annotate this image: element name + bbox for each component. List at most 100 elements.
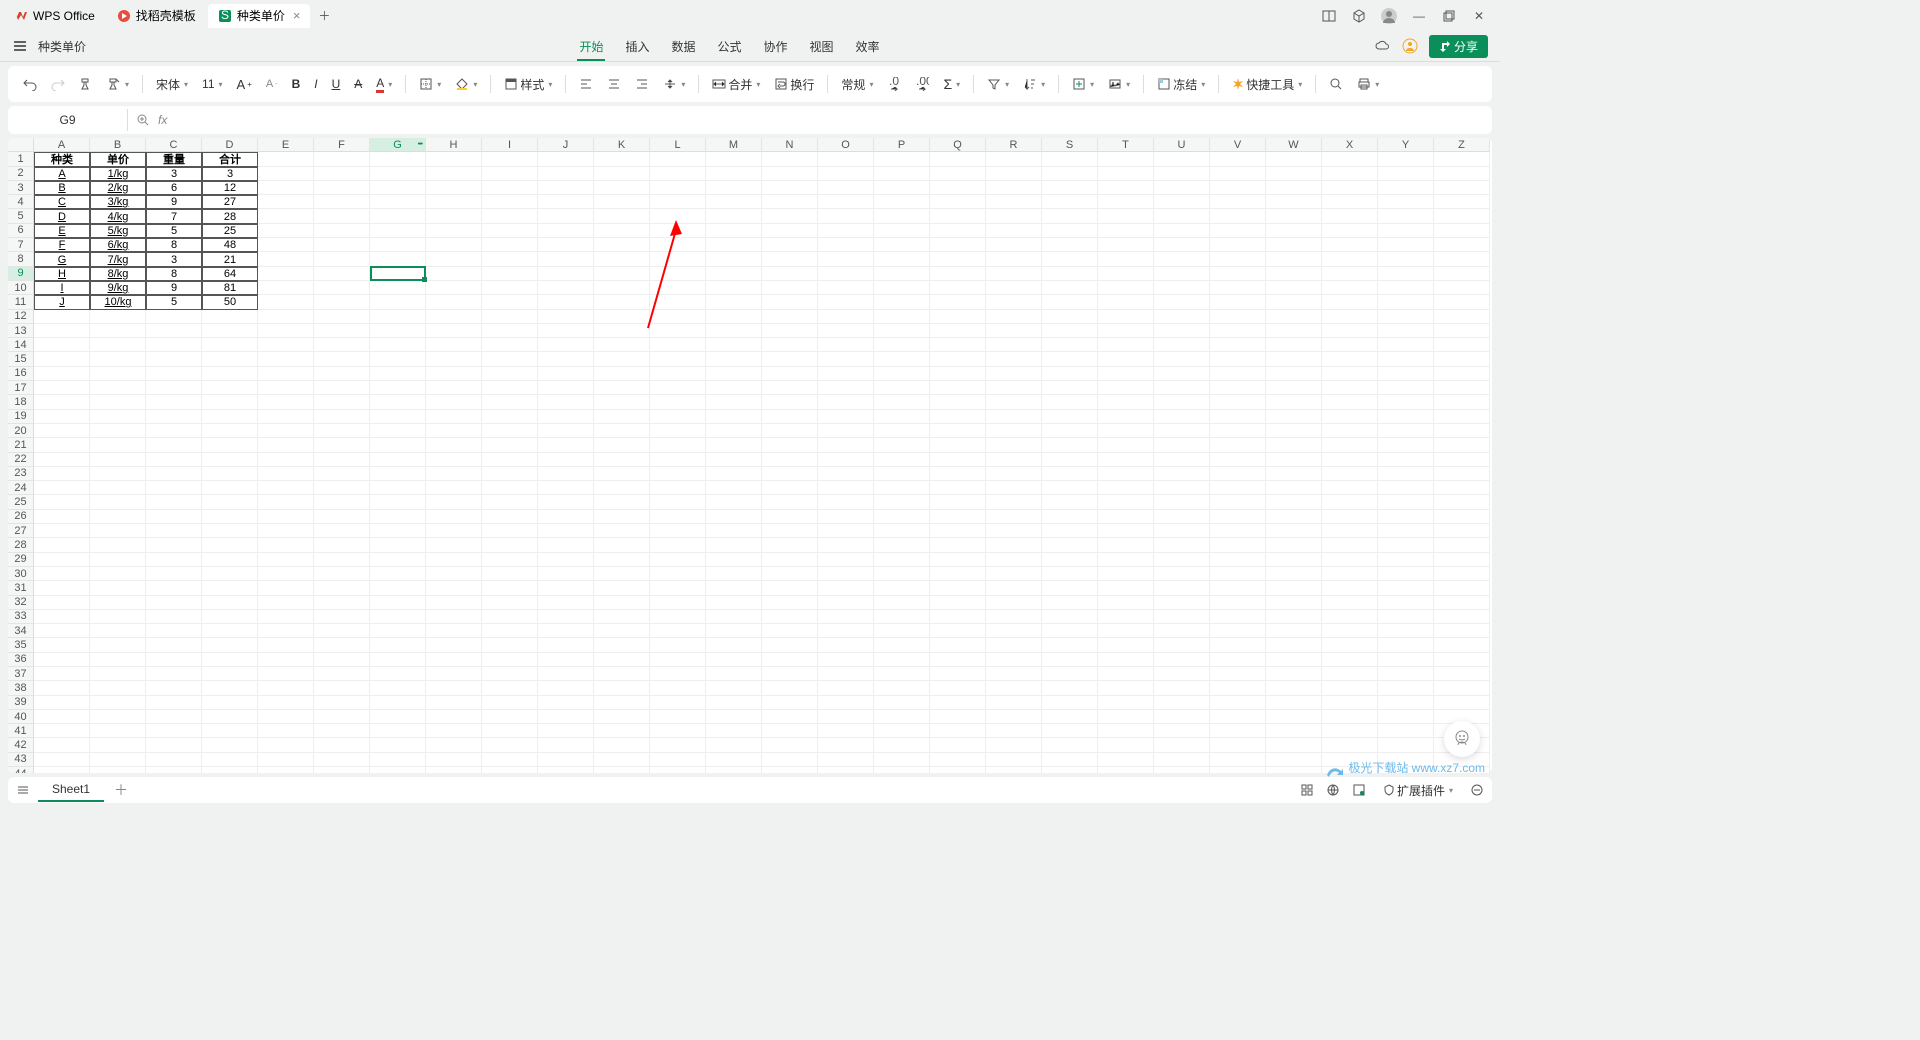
cell-E22[interactable]	[258, 453, 314, 467]
cell-F41[interactable]	[314, 724, 370, 738]
cell-Q33[interactable]	[930, 610, 986, 624]
cell-F38[interactable]	[314, 681, 370, 695]
col-header-Z[interactable]: Z	[1434, 138, 1490, 152]
cell-P13[interactable]	[874, 324, 930, 338]
cell-Z28[interactable]	[1434, 538, 1490, 552]
cell-K36[interactable]	[594, 653, 650, 667]
cell-W27[interactable]	[1266, 524, 1322, 538]
cell-R20[interactable]	[986, 424, 1042, 438]
cell-T8[interactable]	[1098, 252, 1154, 266]
cell-M1[interactable]	[706, 152, 762, 166]
cell-O44[interactable]	[818, 767, 874, 773]
cell-J39[interactable]	[538, 696, 594, 710]
cell-W24[interactable]	[1266, 481, 1322, 495]
cell-N14[interactable]	[762, 338, 818, 352]
cell-E31[interactable]	[258, 581, 314, 595]
clear-format-button[interactable]	[102, 74, 134, 94]
cell-H44[interactable]	[426, 767, 482, 773]
cell-X9[interactable]	[1322, 267, 1378, 281]
cell-W40[interactable]	[1266, 710, 1322, 724]
cell-K21[interactable]	[594, 438, 650, 452]
cell-Z32[interactable]	[1434, 596, 1490, 610]
cell-R3[interactable]	[986, 181, 1042, 195]
panel-icon[interactable]	[1320, 7, 1338, 25]
cell-U1[interactable]	[1154, 152, 1210, 166]
insert-cells-button[interactable]	[1067, 74, 1099, 94]
cell-O2[interactable]	[818, 167, 874, 181]
cell-U37[interactable]	[1154, 667, 1210, 681]
cell-V15[interactable]	[1210, 352, 1266, 366]
cell-L18[interactable]	[650, 395, 706, 409]
cell-V31[interactable]	[1210, 581, 1266, 595]
cell-Z13[interactable]	[1434, 324, 1490, 338]
cell-P23[interactable]	[874, 467, 930, 481]
cell-I19[interactable]	[482, 410, 538, 424]
cell-O14[interactable]	[818, 338, 874, 352]
cell-A3[interactable]: B	[34, 181, 90, 195]
cell-W41[interactable]	[1266, 724, 1322, 738]
cell-Y43[interactable]	[1378, 753, 1434, 767]
cell-Y25[interactable]	[1378, 495, 1434, 509]
font-family-select[interactable]: 宋体	[151, 73, 193, 96]
formula-input[interactable]	[175, 113, 1484, 127]
cell-K30[interactable]	[594, 567, 650, 581]
cell-K20[interactable]	[594, 424, 650, 438]
cell-P30[interactable]	[874, 567, 930, 581]
cell-A23[interactable]	[34, 467, 90, 481]
cell-J35[interactable]	[538, 638, 594, 652]
cell-H34[interactable]	[426, 624, 482, 638]
cell-K14[interactable]	[594, 338, 650, 352]
cell-O6[interactable]	[818, 224, 874, 238]
cell-F13[interactable]	[314, 324, 370, 338]
cell-W23[interactable]	[1266, 467, 1322, 481]
cell-H4[interactable]	[426, 195, 482, 209]
cell-S28[interactable]	[1042, 538, 1098, 552]
cell-S26[interactable]	[1042, 510, 1098, 524]
cell-H41[interactable]	[426, 724, 482, 738]
align-right-button[interactable]	[630, 74, 654, 94]
autosum-button[interactable]: Σ	[938, 73, 965, 95]
cell-D3[interactable]: 12	[202, 181, 258, 195]
cell-V9[interactable]	[1210, 267, 1266, 281]
cell-J4[interactable]	[538, 195, 594, 209]
cell-S40[interactable]	[1042, 710, 1098, 724]
cell-L12[interactable]	[650, 310, 706, 324]
cell-O42[interactable]	[818, 738, 874, 752]
cell-U41[interactable]	[1154, 724, 1210, 738]
cell-J29[interactable]	[538, 553, 594, 567]
cell-V21[interactable]	[1210, 438, 1266, 452]
cell-O18[interactable]	[818, 395, 874, 409]
cell-C21[interactable]	[146, 438, 202, 452]
cell-W28[interactable]	[1266, 538, 1322, 552]
maximize-button[interactable]	[1440, 7, 1458, 25]
cell-X27[interactable]	[1322, 524, 1378, 538]
cell-F31[interactable]	[314, 581, 370, 595]
cell-R9[interactable]	[986, 267, 1042, 281]
cell-U43[interactable]	[1154, 753, 1210, 767]
cell-E8[interactable]	[258, 252, 314, 266]
cell-A18[interactable]	[34, 395, 90, 409]
cell-D18[interactable]	[202, 395, 258, 409]
cell-I18[interactable]	[482, 395, 538, 409]
cell-S3[interactable]	[1042, 181, 1098, 195]
cell-T26[interactable]	[1098, 510, 1154, 524]
cell-P7[interactable]	[874, 238, 930, 252]
cell-X6[interactable]	[1322, 224, 1378, 238]
cell-Q18[interactable]	[930, 395, 986, 409]
cell-J27[interactable]	[538, 524, 594, 538]
select-all-corner[interactable]	[8, 138, 34, 152]
cell-E40[interactable]	[258, 710, 314, 724]
cell-P15[interactable]	[874, 352, 930, 366]
cell-I30[interactable]	[482, 567, 538, 581]
cell-U42[interactable]	[1154, 738, 1210, 752]
cell-N22[interactable]	[762, 453, 818, 467]
cell-G6[interactable]	[370, 224, 426, 238]
cell-K38[interactable]	[594, 681, 650, 695]
cell-P40[interactable]	[874, 710, 930, 724]
cell-A29[interactable]	[34, 553, 90, 567]
cell-N37[interactable]	[762, 667, 818, 681]
cell-Q42[interactable]	[930, 738, 986, 752]
freeze-panes-button[interactable]: 冻结	[1152, 73, 1210, 96]
row-header-15[interactable]: 15	[8, 352, 34, 366]
cell-V18[interactable]	[1210, 395, 1266, 409]
